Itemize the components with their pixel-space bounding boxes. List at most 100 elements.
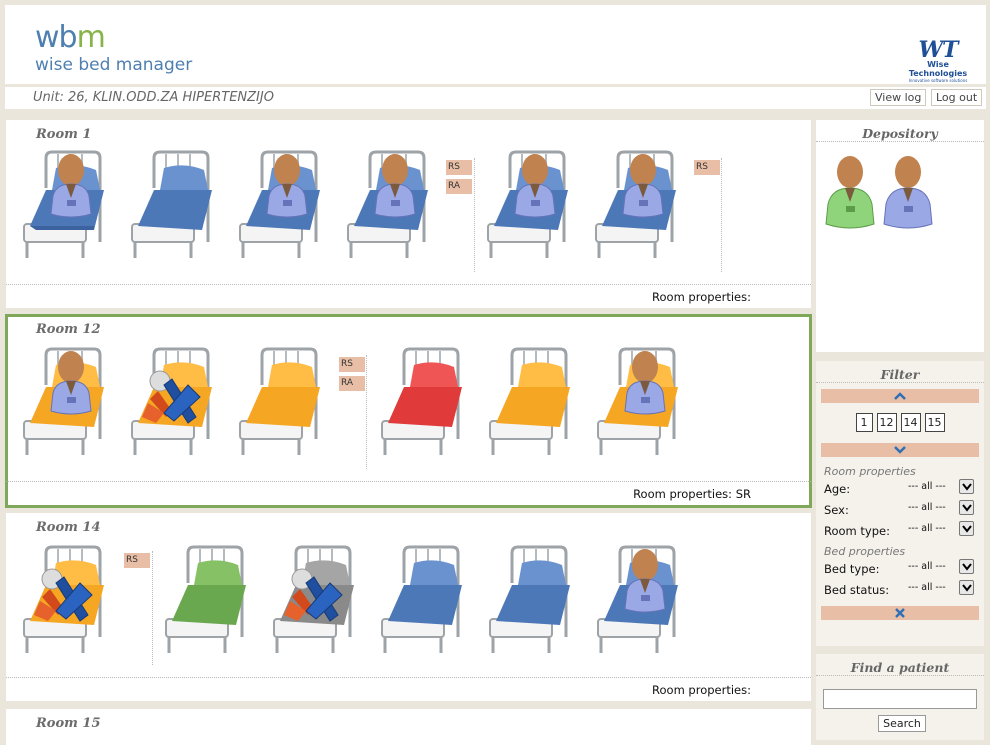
scroll-up-button[interactable] bbox=[821, 389, 979, 403]
chevron-up-icon bbox=[894, 392, 906, 400]
filter-room-1[interactable]: 1 bbox=[855, 413, 873, 432]
bed-status-value: --- all --- bbox=[908, 582, 946, 593]
bed-occupied[interactable] bbox=[232, 146, 332, 266]
bed-type-filter: Bed type: --- all --- bbox=[824, 558, 984, 579]
close-icon bbox=[895, 608, 905, 618]
room-properties: Room properties: bbox=[6, 677, 811, 701]
view-log-button[interactable]: View log bbox=[870, 89, 927, 106]
bed-occupied[interactable] bbox=[16, 146, 116, 266]
bed-free[interactable] bbox=[374, 541, 474, 661]
room-properties-label: Room properties: bbox=[652, 683, 751, 697]
logo-wb-text: wb bbox=[35, 20, 78, 55]
app-header: wbm wise bed manager WT Wise Technologie… bbox=[5, 5, 986, 84]
filter-room-15[interactable]: 15 bbox=[924, 413, 945, 432]
bed-occupied[interactable] bbox=[480, 146, 580, 266]
room-15: Room 15 bbox=[6, 709, 811, 745]
find-patient-panel: Find a patient Search bbox=[816, 654, 984, 740]
bed-free[interactable] bbox=[124, 146, 224, 266]
bed-status-select[interactable]: --- all --- bbox=[902, 580, 974, 596]
company-short: WT bbox=[918, 37, 958, 63]
bed-type-select[interactable]: --- all --- bbox=[902, 559, 974, 575]
room-beds: RS RA bbox=[6, 339, 811, 479]
tag-rs: RS bbox=[339, 357, 365, 372]
bed-status-filter: Bed status: --- all --- bbox=[824, 579, 984, 600]
dropdown-button[interactable] bbox=[959, 580, 974, 595]
green-patient-icon[interactable] bbox=[820, 154, 880, 230]
filter-room-list: 1 12 14 15 bbox=[816, 413, 984, 435]
age-select[interactable]: --- all --- bbox=[902, 479, 974, 495]
tag-ra: RA bbox=[446, 179, 472, 194]
sex-label: Sex: bbox=[824, 503, 849, 517]
dropdown-button[interactable] bbox=[959, 559, 974, 574]
bed-occupied[interactable] bbox=[16, 343, 116, 463]
bed-type-value: --- all --- bbox=[908, 561, 946, 572]
room-properties-label: Room properties: bbox=[652, 290, 751, 304]
room-properties: Room properties: bbox=[6, 284, 811, 308]
tag-rs: RS bbox=[446, 160, 472, 175]
depository-title: Depository bbox=[816, 120, 984, 142]
blue-patient-icon[interactable] bbox=[878, 154, 938, 230]
bed-maintenance[interactable] bbox=[266, 541, 366, 661]
chevron-down-icon bbox=[894, 446, 906, 454]
bed-occupied[interactable] bbox=[590, 343, 690, 463]
company-tagline: Innovative software solutions bbox=[908, 78, 968, 83]
filter-room-12[interactable]: 12 bbox=[876, 413, 897, 432]
bed-maintenance[interactable] bbox=[124, 343, 224, 463]
wbm-logo: wbm wise bed manager bbox=[35, 20, 193, 76]
sex-filter: Sex: --- all --- bbox=[824, 499, 984, 520]
room-title: Room 1 bbox=[36, 127, 92, 142]
sex-select[interactable]: --- all --- bbox=[902, 500, 974, 516]
bed-separator bbox=[366, 355, 367, 469]
room-12[interactable]: Room 12 RS RA Room properties: SR bbox=[5, 314, 812, 508]
filter-room-14[interactable]: 14 bbox=[900, 413, 921, 432]
bed-free[interactable] bbox=[482, 541, 582, 661]
filter-panel: Filter 1 12 14 15 Room properties Age: --- … bbox=[816, 361, 984, 646]
bed-maintenance[interactable] bbox=[16, 541, 116, 661]
chevron-down-icon bbox=[962, 525, 972, 533]
room-properties: Room properties: SR bbox=[6, 481, 811, 505]
patient-search-input[interactable] bbox=[823, 689, 977, 709]
bed-free[interactable] bbox=[158, 541, 258, 661]
room-type-value: --- all --- bbox=[908, 523, 946, 534]
bed-type-label: Bed type: bbox=[824, 562, 880, 576]
bed-separator bbox=[721, 158, 722, 272]
clear-filter-button[interactable] bbox=[821, 606, 979, 620]
room-type-label: Room type: bbox=[824, 524, 890, 538]
room-title: Room 15 bbox=[36, 716, 101, 731]
bed-status-label: Bed status: bbox=[824, 583, 890, 597]
scroll-down-button[interactable] bbox=[821, 443, 979, 457]
find-patient-title: Find a patient bbox=[816, 654, 984, 676]
log-out-button[interactable]: Log out bbox=[931, 89, 983, 106]
room-type-select[interactable]: --- all --- bbox=[902, 521, 974, 537]
unit-title: Unit: 26, KLIN.ODD.ZA HIPERTENZIJO bbox=[33, 90, 274, 105]
bed-free[interactable] bbox=[232, 343, 332, 463]
chevron-down-icon bbox=[962, 504, 972, 512]
room-properties-label: Room properties: SR bbox=[633, 487, 751, 501]
bed-separator bbox=[152, 551, 153, 665]
age-value: --- all --- bbox=[908, 481, 946, 492]
bed-free[interactable] bbox=[482, 343, 582, 463]
bed-properties-heading: Bed properties bbox=[824, 545, 906, 558]
room-title: Room 14 bbox=[36, 520, 101, 535]
dropdown-button[interactable] bbox=[959, 521, 974, 536]
sex-value: --- all --- bbox=[908, 502, 946, 513]
company-name: Wise Technologies bbox=[908, 60, 968, 78]
filter-title: Filter bbox=[816, 361, 984, 383]
bed-occupied[interactable] bbox=[340, 146, 440, 266]
age-label: Age: bbox=[824, 482, 851, 496]
dropdown-button[interactable] bbox=[959, 479, 974, 494]
dropdown-button[interactable] bbox=[959, 500, 974, 515]
room-beds: RS RA RS bbox=[6, 144, 811, 284]
bed-occupied[interactable] bbox=[588, 146, 688, 266]
room-properties-heading: Room properties bbox=[824, 465, 916, 478]
search-button[interactable]: Search bbox=[878, 715, 926, 732]
room-beds: RS bbox=[6, 537, 811, 677]
chevron-down-icon bbox=[962, 584, 972, 592]
depository-panel: Depository bbox=[816, 120, 984, 352]
tag-rs: RS bbox=[694, 160, 720, 175]
chevron-down-icon bbox=[962, 563, 972, 571]
tag-ra: RA bbox=[339, 376, 365, 391]
bed-reserved[interactable] bbox=[374, 343, 474, 463]
bed-occupied[interactable] bbox=[590, 541, 690, 661]
logo-name: wise bed manager bbox=[35, 55, 193, 75]
